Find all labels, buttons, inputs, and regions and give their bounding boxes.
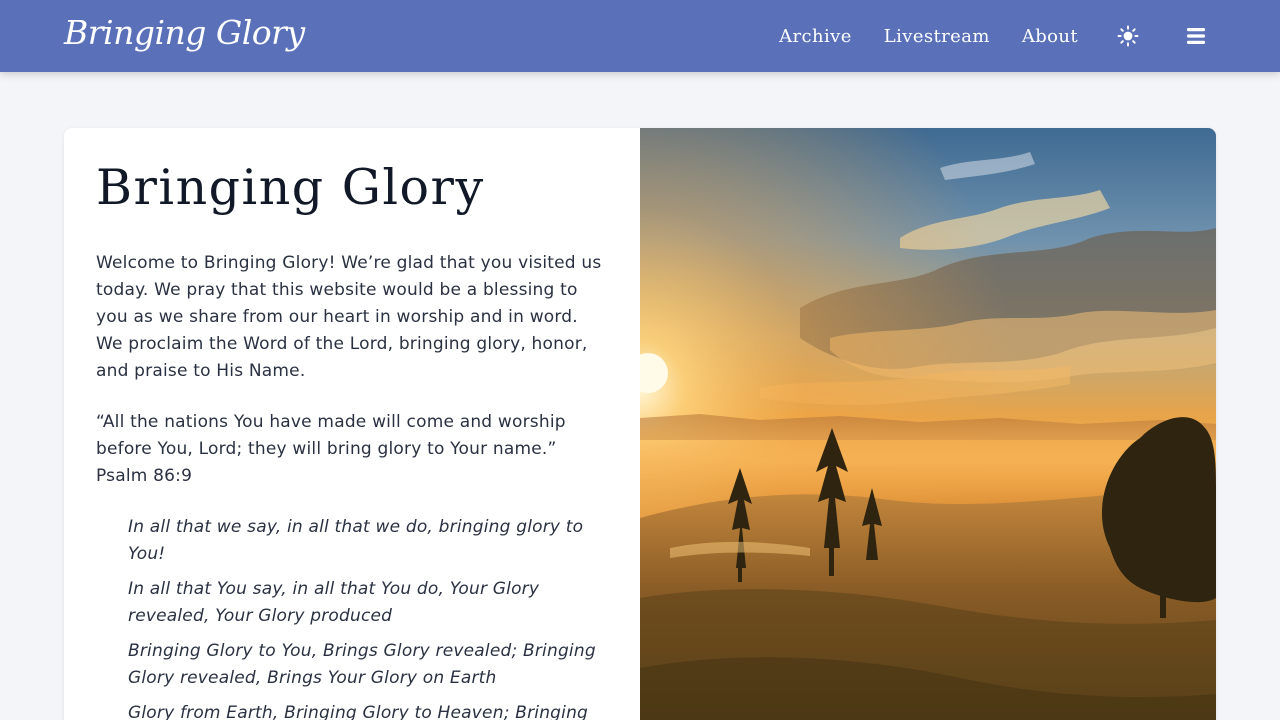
lyrics-list: In all that we say, in all that we do, b… <box>96 514 608 720</box>
quote-text: “All the nations You have made will come… <box>96 412 566 459</box>
lyric-line: In all that You say, in all that You do,… <box>128 579 540 626</box>
lyric-line: Glory from Earth, Bringing Glory to Heav… <box>128 703 589 720</box>
sunrise-landscape-image <box>640 128 1216 720</box>
quote-reference: Psalm 86:9 <box>96 466 193 486</box>
page-title: Bringing Glory <box>96 159 485 216</box>
sun-icon <box>1117 25 1139 47</box>
menu-toggle-button[interactable] <box>1176 16 1216 56</box>
landscape-illustration <box>640 128 1216 720</box>
nav-link-archive[interactable]: Archive <box>779 26 852 47</box>
nav-link-livestream[interactable]: Livestream <box>884 26 990 47</box>
nav-link-about[interactable]: About <box>1022 26 1078 47</box>
navbar: Bringing Glory Archive Livestream About <box>0 0 1280 72</box>
scripture-quote: “All the nations You have made will come… <box>96 409 608 490</box>
intro-paragraph: Welcome to Bringing Glory! We’re glad th… <box>96 253 602 381</box>
nav-links: Archive Livestream About <box>779 0 1216 72</box>
welcome-text: Bringing Glory Welcome to Bringing Glory… <box>96 158 608 720</box>
theme-toggle-button[interactable] <box>1108 16 1148 56</box>
lyric-line: Bringing Glory to You, Brings Glory reve… <box>128 641 596 688</box>
site-brand-link[interactable]: Bringing Glory <box>64 13 305 52</box>
welcome-card: Bringing Glory Welcome to Bringing Glory… <box>64 128 1216 720</box>
hamburger-menu-icon <box>1187 28 1205 44</box>
lyric-line: In all that we say, in all that we do, b… <box>128 517 584 564</box>
